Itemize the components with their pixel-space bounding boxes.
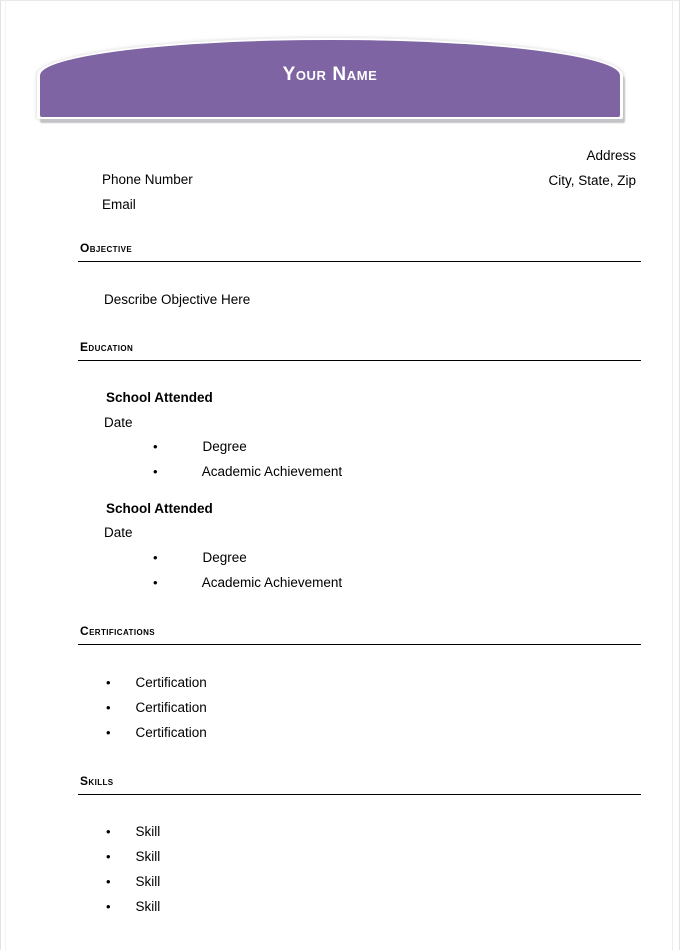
education-school-1[interactable]: School Attended xyxy=(106,390,213,405)
bullet-icon: • xyxy=(106,725,111,740)
bullet-label: Certification xyxy=(135,675,207,690)
bullet-icon: • xyxy=(106,700,111,715)
bullet-label: Skill xyxy=(135,874,161,889)
bullet-icon: • xyxy=(106,899,111,914)
bullet-label: Skill xyxy=(135,824,161,839)
section-title-certifications: Certifications xyxy=(80,624,156,638)
skill-bullet-3[interactable]: • Skill xyxy=(106,874,160,889)
bullet-icon: • xyxy=(153,439,158,454)
education-date-2[interactable]: Date xyxy=(104,525,133,540)
bullet-icon: • xyxy=(106,874,111,889)
contact-phone[interactable]: Phone Number xyxy=(102,167,193,192)
bullet-label: Academic Achievement xyxy=(201,575,343,590)
section-title-objective: Objective xyxy=(80,241,133,255)
resume-page: Your Name Phone Number Email Address Cit… xyxy=(0,0,680,951)
education-school-2[interactable]: School Attended xyxy=(106,501,213,516)
bullet-icon: • xyxy=(153,575,158,590)
skill-bullet-1[interactable]: • Skill xyxy=(106,824,160,839)
bullet-label: Certification xyxy=(135,725,207,740)
bullet-label: Degree xyxy=(202,550,247,565)
bullet-label: Certification xyxy=(135,700,207,715)
section-objective-header: Objective xyxy=(78,241,641,262)
section-certifications-header: Certifications xyxy=(78,624,641,645)
bullet-icon: • xyxy=(106,675,111,690)
banner-fill: Your Name xyxy=(40,40,620,117)
bullet-label: Degree xyxy=(202,439,247,454)
certification-bullet-2[interactable]: • Certification xyxy=(106,700,207,715)
section-rule-objective xyxy=(78,261,641,262)
certification-bullet-1[interactable]: • Certification xyxy=(106,675,207,690)
education-date-1[interactable]: Date xyxy=(104,415,133,430)
certification-bullet-3[interactable]: • Certification xyxy=(106,725,207,740)
resume-name[interactable]: Your Name xyxy=(283,64,378,86)
contact-city-state-zip[interactable]: City, State, Zip xyxy=(548,168,636,193)
skill-bullet-2[interactable]: • Skill xyxy=(106,849,160,864)
bullet-icon: • xyxy=(153,550,158,565)
section-rule-education xyxy=(78,360,641,361)
section-skills-header: Skills xyxy=(78,774,641,795)
education-bullet-1-2[interactable]: • Academic Achievement xyxy=(153,464,342,479)
bullet-label: Skill xyxy=(135,899,161,914)
bullet-icon: • xyxy=(106,824,111,839)
education-bullet-2-2[interactable]: • Academic Achievement xyxy=(153,575,342,590)
section-education-header: Education xyxy=(78,340,641,361)
education-bullet-2-1[interactable]: • Degree xyxy=(153,550,247,565)
bullet-label: Skill xyxy=(135,849,161,864)
section-rule-skills xyxy=(78,794,641,795)
contact-right-column: Address City, State, Zip xyxy=(548,143,636,193)
education-bullet-1-1[interactable]: • Degree xyxy=(153,439,247,454)
section-rule-certifications xyxy=(78,644,641,645)
contact-left-column: Phone Number Email xyxy=(102,167,193,217)
section-title-education: Education xyxy=(80,340,134,354)
contact-block: Phone Number Email Address City, State, … xyxy=(1,141,680,217)
bullet-icon: • xyxy=(106,849,111,864)
contact-email[interactable]: Email xyxy=(102,192,193,217)
bullet-icon: • xyxy=(153,464,158,479)
bullet-label: Academic Achievement xyxy=(201,464,343,479)
contact-address[interactable]: Address xyxy=(548,143,636,168)
objective-body[interactable]: Describe Objective Here xyxy=(104,292,250,307)
header-banner: Your Name xyxy=(35,37,625,123)
section-title-skills: Skills xyxy=(80,774,114,788)
skill-bullet-4[interactable]: • Skill xyxy=(106,899,160,914)
